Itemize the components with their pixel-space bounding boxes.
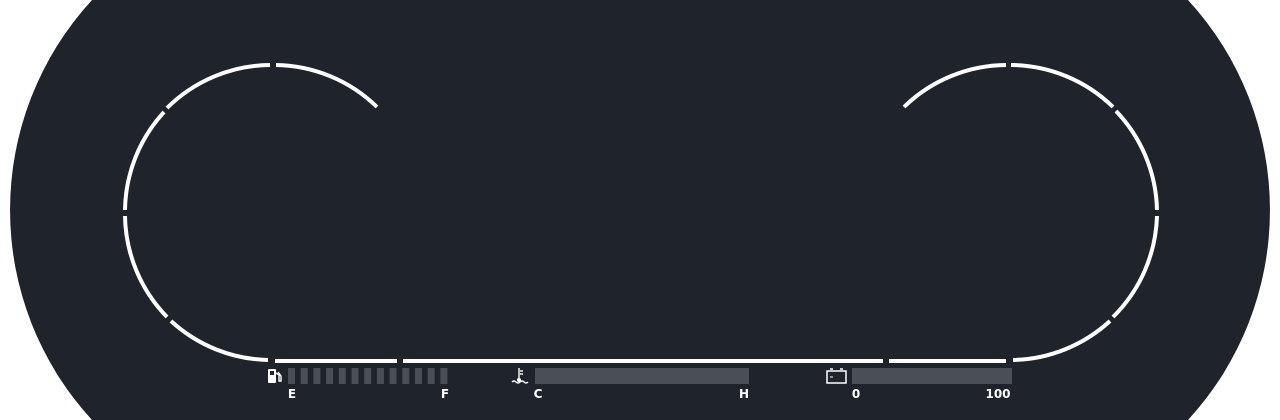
fuel-segment xyxy=(402,368,410,384)
fuel-segment xyxy=(326,368,334,384)
temperature-max-label: H xyxy=(739,387,749,401)
fuel-segment xyxy=(351,368,359,384)
fuel-segment xyxy=(427,368,435,384)
fuel-segment xyxy=(440,368,448,384)
cluster-panel xyxy=(0,0,1280,420)
fuel-segment xyxy=(300,368,308,384)
battery-gauge-track xyxy=(852,368,1012,384)
fuel-segment xyxy=(288,368,295,384)
fuel-segment xyxy=(389,368,397,384)
temperature-gauge-track xyxy=(535,368,749,384)
temperature-min-label: C xyxy=(534,387,543,401)
battery-min-label: 0 xyxy=(852,387,860,401)
battery-max-label: 100 xyxy=(985,387,1010,401)
fuel-max-label: F xyxy=(441,387,449,401)
fuel-segment xyxy=(313,368,321,384)
fuel-segment xyxy=(364,368,372,384)
fuel-segment xyxy=(376,368,384,384)
fuel-segment xyxy=(415,368,422,384)
fuel-segment xyxy=(338,368,346,384)
fuel-min-label: E xyxy=(288,387,296,401)
instrument-cluster: E F C H 0 100 xyxy=(0,0,1280,420)
